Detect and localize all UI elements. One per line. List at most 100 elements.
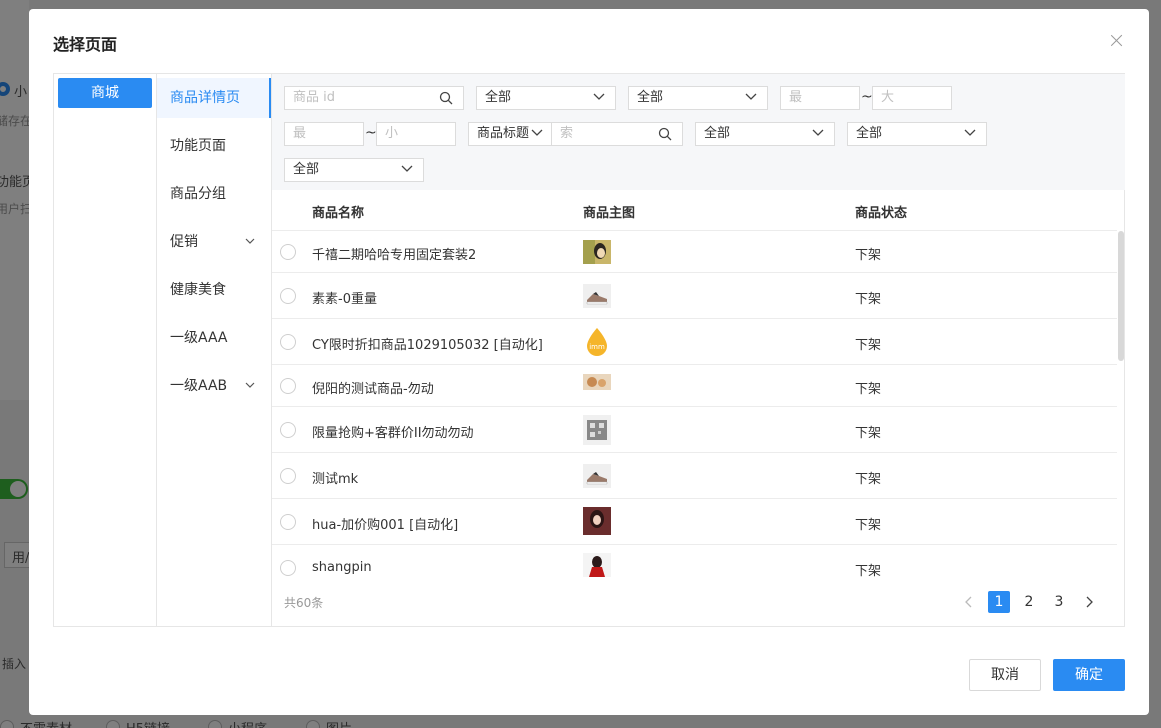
chevron-down-icon bbox=[401, 165, 413, 172]
selector-panel: 商城 商品详情页 功能页面 商品分组 促销 健康美食 一级AAA 一级AAB 商… bbox=[53, 73, 1125, 627]
range-separator: ~ bbox=[365, 125, 377, 141]
modal-title: 选择页面 bbox=[53, 35, 118, 54]
range2-min-input[interactable]: 最 bbox=[284, 122, 364, 146]
prev-page-icon[interactable] bbox=[964, 596, 974, 608]
filter-select-2[interactable]: 全部 bbox=[628, 86, 768, 110]
filter-select-4[interactable]: 全部 bbox=[847, 122, 987, 146]
category-label: 促销 bbox=[170, 234, 198, 250]
thumb-text: imm bbox=[589, 343, 605, 351]
total-count: 共60条 bbox=[284, 596, 324, 610]
table-row[interactable]: 素素-0重量 下架 bbox=[272, 273, 1117, 319]
row-radio[interactable] bbox=[280, 514, 296, 530]
title-search-placeholder: 索 bbox=[560, 126, 574, 141]
category-item-healthy-food[interactable]: 健康美食 bbox=[157, 270, 271, 310]
select-value: 全部 bbox=[485, 90, 512, 105]
category-label: 商品分组 bbox=[170, 186, 226, 202]
select-value: 商品标题 bbox=[477, 126, 530, 141]
chevron-down-icon bbox=[593, 93, 605, 100]
row-radio[interactable] bbox=[280, 560, 296, 576]
select-value: 全部 bbox=[293, 162, 320, 177]
range1-min-input[interactable]: 最 bbox=[780, 86, 860, 110]
orange-drop-icon: imm bbox=[583, 327, 611, 357]
filter-select-1[interactable]: 全部 bbox=[476, 86, 616, 110]
close-icon[interactable] bbox=[1109, 33, 1125, 49]
photo-portrait-icon bbox=[583, 507, 611, 535]
next-page-icon[interactable] bbox=[1084, 596, 1094, 608]
category-item-product-group[interactable]: 商品分组 bbox=[157, 174, 271, 214]
photo-portrait-icon bbox=[583, 240, 611, 264]
row-radio[interactable] bbox=[280, 378, 296, 394]
product-name: shangpin bbox=[312, 560, 372, 575]
select-value: 全部 bbox=[704, 126, 731, 141]
row-radio[interactable] bbox=[280, 244, 296, 260]
filter-select-5[interactable]: 全部 bbox=[284, 158, 424, 182]
title-search-input[interactable]: 索 bbox=[551, 122, 683, 146]
chevron-down-icon bbox=[531, 129, 543, 137]
category-item-product-detail[interactable]: 商品详情页 bbox=[157, 78, 271, 118]
search-icon[interactable] bbox=[439, 91, 453, 105]
row-radio[interactable] bbox=[280, 468, 296, 484]
column-header-image: 商品主图 bbox=[583, 206, 636, 221]
range1-max-input[interactable]: 大 bbox=[872, 86, 952, 110]
category-item-function-page[interactable]: 功能页面 bbox=[157, 126, 271, 166]
table-row[interactable]: hua-加价购001 [自动化] 下架 bbox=[272, 499, 1117, 545]
title-field-select[interactable]: 商品标题 bbox=[468, 122, 552, 146]
table-row[interactable]: 倪阳的测试商品-勿动 下架 bbox=[272, 365, 1117, 407]
product-name: 测试mk bbox=[312, 472, 359, 487]
category-label: 健康美食 bbox=[170, 282, 226, 298]
photo-portrait-icon bbox=[583, 553, 611, 577]
category-label: 功能页面 bbox=[170, 138, 226, 154]
filter-bar: 商品 id 全部 全部 最 ~ 大 最 ~ 小 商品标题 索 全部 全部 全部 bbox=[272, 74, 1125, 190]
product-id-placeholder: 商品 id bbox=[293, 90, 335, 105]
table-header: 商品名称 商品主图 商品状态 bbox=[272, 190, 1117, 231]
table-row[interactable]: 测试mk 下架 bbox=[272, 453, 1117, 499]
row-radio[interactable] bbox=[280, 334, 296, 350]
table-scrollbar[interactable] bbox=[1118, 231, 1124, 361]
select-value: 全部 bbox=[856, 126, 883, 141]
select-page-modal: 选择页面 商城 商品详情页 功能页面 商品分组 促销 健康美食 一级AAA 一级… bbox=[29, 9, 1149, 715]
page-1[interactable]: 1 bbox=[988, 591, 1010, 613]
category-item-level-aab[interactable]: 一级AAB bbox=[157, 366, 271, 406]
sneaker-icon bbox=[583, 284, 611, 308]
product-status: 下架 bbox=[855, 426, 882, 441]
row-radio[interactable] bbox=[280, 422, 296, 438]
product-name: 素素-0重量 bbox=[312, 292, 377, 307]
product-status: 下架 bbox=[855, 382, 882, 397]
table-row[interactable]: 千禧二期哈哈专用固定套装2 下架 bbox=[272, 231, 1117, 273]
search-icon[interactable] bbox=[658, 127, 672, 141]
row-radio[interactable] bbox=[280, 288, 296, 304]
chevron-down-icon bbox=[745, 93, 757, 100]
table-row[interactable]: 限量抢购+客群价II勿动勿动 下架 bbox=[272, 407, 1117, 453]
product-id-input[interactable]: 商品 id bbox=[284, 86, 464, 110]
product-status: 下架 bbox=[855, 338, 882, 353]
mall-column: 商城 bbox=[54, 74, 157, 626]
confirm-button[interactable]: 确定 bbox=[1053, 659, 1125, 691]
category-item-promotion[interactable]: 促销 bbox=[157, 222, 271, 262]
product-name: CY限时折扣商品1029105032 [自动化] bbox=[312, 338, 543, 353]
category-label: 一级AAA bbox=[170, 330, 228, 346]
table-row[interactable]: shangpin 下架 bbox=[272, 545, 1117, 585]
table-row[interactable]: CY限时折扣商品1029105032 [自动化] imm 下架 bbox=[272, 319, 1117, 365]
product-area: 商品 id 全部 全部 最 ~ 大 最 ~ 小 商品标题 索 全部 全部 全部 … bbox=[272, 74, 1125, 626]
category-label: 一级AAB bbox=[170, 378, 228, 394]
product-status: 下架 bbox=[855, 472, 882, 487]
qr-photo-icon bbox=[583, 415, 611, 445]
page-3[interactable]: 3 bbox=[1048, 591, 1070, 613]
category-item-level-aaa[interactable]: 一级AAA bbox=[157, 318, 271, 358]
filter-select-3[interactable]: 全部 bbox=[695, 122, 835, 146]
range-separator: ~ bbox=[861, 89, 873, 105]
product-name: 倪阳的测试商品-勿动 bbox=[312, 382, 434, 397]
range2-max-input[interactable]: 小 bbox=[376, 122, 456, 146]
column-header-name: 商品名称 bbox=[312, 206, 365, 221]
product-name: 千禧二期哈哈专用固定套装2 bbox=[312, 248, 477, 263]
product-status: 下架 bbox=[855, 564, 882, 579]
cancel-button[interactable]: 取消 bbox=[969, 659, 1041, 691]
page-2[interactable]: 2 bbox=[1018, 591, 1040, 613]
product-status: 下架 bbox=[855, 292, 882, 307]
chevron-down-icon bbox=[812, 129, 824, 136]
food-photo-icon bbox=[583, 374, 611, 390]
chevron-down-icon bbox=[964, 129, 976, 136]
mall-tab[interactable]: 商城 bbox=[58, 78, 152, 108]
sneaker-icon bbox=[583, 464, 611, 488]
category-label: 商品详情页 bbox=[170, 90, 240, 106]
